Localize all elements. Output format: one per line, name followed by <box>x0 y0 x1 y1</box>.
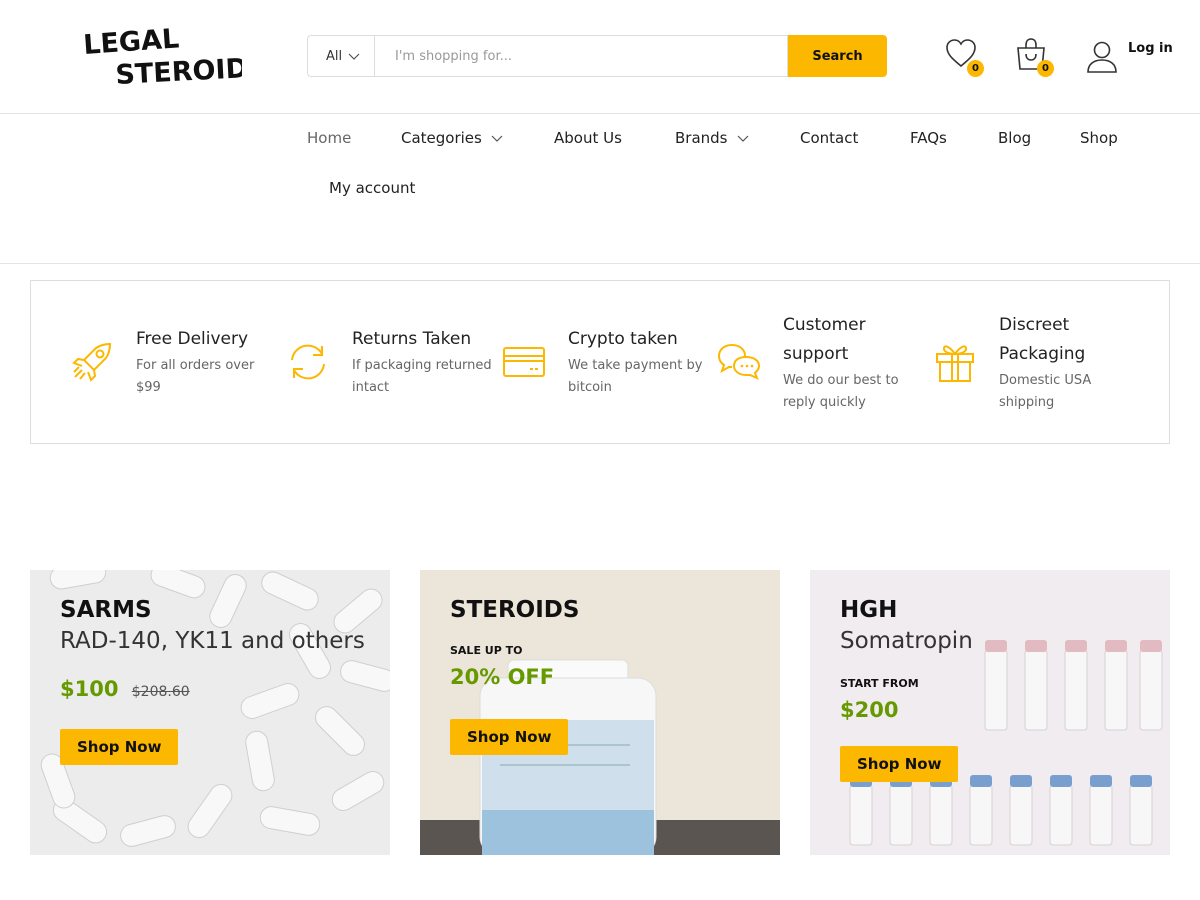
nav-contact[interactable]: Contact <box>800 129 858 147</box>
promo-price: $100 <box>60 677 119 701</box>
promo-old-price: $208.60 <box>131 684 190 700</box>
feature-title: Returns Taken <box>352 329 472 349</box>
feature-title: Discreet Packaging <box>999 315 1086 364</box>
nav-faqs[interactable]: FAQs <box>910 129 947 147</box>
nav-shop[interactable]: Shop <box>1080 129 1118 147</box>
shop-now-button[interactable]: Shop Now <box>450 719 569 755</box>
credit-card-icon <box>502 340 546 384</box>
promo-title: SARMS <box>60 597 152 623</box>
shop-now-button[interactable]: Shop Now <box>840 746 959 782</box>
promo-price: $200 <box>840 698 899 722</box>
nav-home[interactable]: Home <box>307 129 351 147</box>
promo-card-hgh[interactable]: HGH Somatropin START FROM $200 Shop Now <box>810 570 1170 855</box>
promo-title: STEROIDS <box>450 597 580 623</box>
feature-title: Free Delivery <box>136 329 249 349</box>
nav-label: About Us <box>554 129 622 147</box>
promo-price-row: $100 $208.60 <box>60 677 370 701</box>
account-button[interactable] <box>1086 40 1120 76</box>
nav-label: Contact <box>800 129 859 147</box>
cart-count-badge: 0 <box>1037 60 1054 77</box>
refresh-icon <box>286 340 330 384</box>
gift-icon <box>933 340 977 384</box>
category-select[interactable]: All <box>307 35 374 77</box>
rocket-icon <box>70 340 114 384</box>
nav-divider <box>0 263 1200 264</box>
promo-small-label: START FROM <box>840 677 919 690</box>
feature-description: We take payment by bitcoin <box>568 358 703 395</box>
promo-subtitle: Somatropin <box>840 628 973 654</box>
promo-content: STEROIDS SALE UP TO 20% OFF Shop Now <box>450 596 760 755</box>
nav-blog[interactable]: Blog <box>998 129 1031 147</box>
category-select-value: All <box>326 48 343 64</box>
nav-label: Brands <box>675 129 728 147</box>
promo-content: SARMS RAD-140, YK11 and others $100 $208… <box>60 596 370 765</box>
logo-line1: LEGAL <box>82 24 180 61</box>
nav-categories[interactable]: Categories <box>401 129 503 147</box>
promo-content: HGH Somatropin START FROM $200 Shop Now <box>840 596 1150 782</box>
shop-now-button[interactable]: Shop Now <box>60 729 179 765</box>
search-input[interactable] <box>374 35 788 77</box>
cart-button[interactable]: 0 <box>1015 37 1054 77</box>
nav-label: Shop <box>1080 129 1118 147</box>
header-divider <box>0 113 1200 114</box>
nav-label: Blog <box>998 129 1032 147</box>
feature-description: If packaging returned intact <box>352 358 492 395</box>
user-icon <box>1087 41 1117 73</box>
nav-label: My account <box>329 179 416 197</box>
login-link[interactable]: Log in <box>1128 41 1173 56</box>
wishlist-count-badge: 0 <box>967 60 984 77</box>
promo-title: HGH <box>840 597 898 623</box>
feature-description: We do our best to reply quickly <box>783 373 899 410</box>
promo-highlight: 20% OFF <box>450 665 555 689</box>
nav-about-us[interactable]: About Us <box>554 129 622 147</box>
nav-label: Home <box>307 129 352 147</box>
feature-description: Domestic USA shipping <box>999 373 1092 410</box>
search-button[interactable]: Search <box>788 35 887 77</box>
chevron-down-icon <box>348 53 360 60</box>
feature-title: Crypto taken <box>568 329 678 349</box>
promo-small-label: SALE UP TO <box>450 644 523 657</box>
chat-bubbles-icon <box>717 340 761 384</box>
chevron-down-icon <box>737 135 748 142</box>
promo-card-steroids[interactable]: STEROIDS SALE UP TO 20% OFF Shop Now <box>420 570 780 855</box>
nav-label: Categories <box>401 129 482 147</box>
feature-title: Customer support <box>783 315 866 364</box>
features-strip: Free Delivery For all orders over $99 Re… <box>30 280 1170 444</box>
search-bar: All Search <box>307 35 887 77</box>
wishlist-button[interactable]: 0 <box>945 37 984 77</box>
promo-card-sarms[interactable]: SARMS RAD-140, YK11 and others $100 $208… <box>30 570 390 855</box>
nav-brands[interactable]: Brands <box>675 129 749 147</box>
chevron-down-icon <box>491 135 503 142</box>
site-logo[interactable]: LEGAL STEROIDS <box>82 24 242 88</box>
nav-my-account[interactable]: My account <box>329 179 415 197</box>
promo-subtitle: RAD-140, YK11 and others <box>60 628 365 654</box>
nav-label: FAQs <box>910 129 947 147</box>
feature-description: For all orders over $99 <box>136 358 255 395</box>
